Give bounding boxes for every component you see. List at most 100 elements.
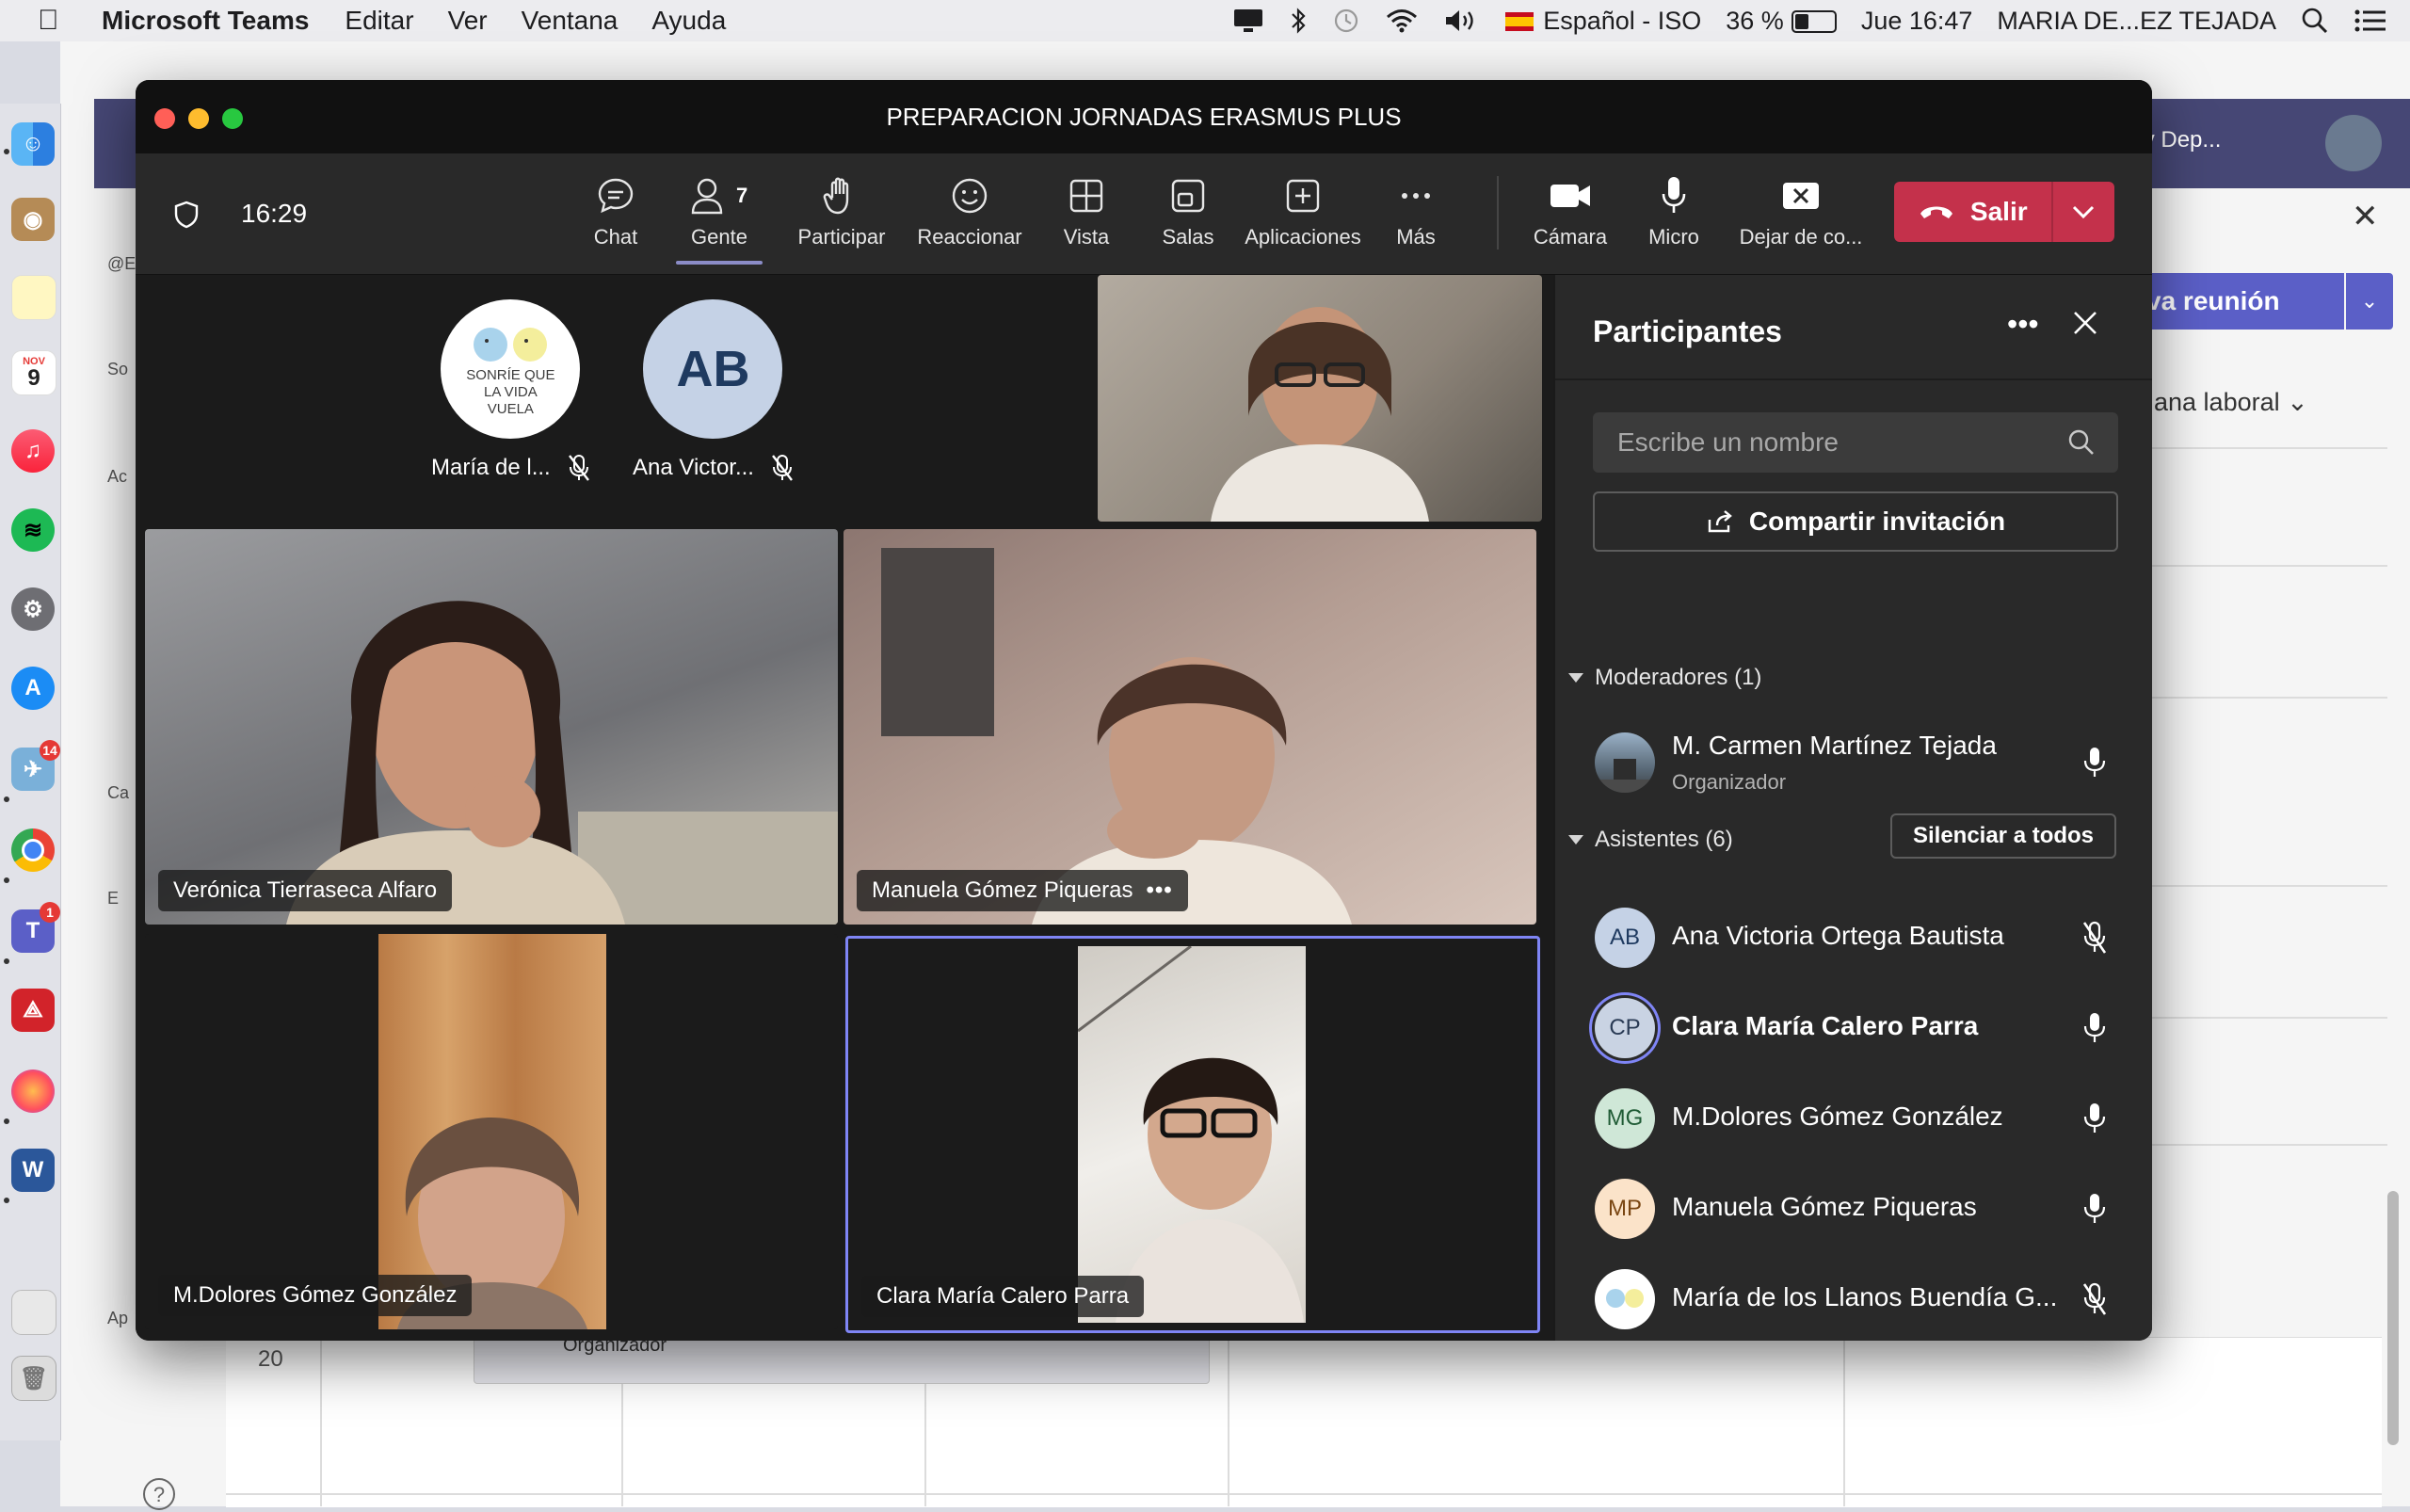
screen-share-status-icon[interactable] [1232,8,1264,34]
battery-icon [1791,10,1837,34]
chat-icon [595,172,636,219]
trash-icon[interactable]: 🗑 [11,1356,56,1401]
chrome-icon[interactable] [11,828,55,872]
app-store-icon[interactable]: A [11,667,55,710]
participant-mini-name-row: María de l... [431,454,590,482]
contacts-icon[interactable]: ◉ [11,198,55,241]
react-button[interactable]: Reaccionar [904,172,1036,249]
bluetooth-icon[interactable] [1289,7,1308,35]
people-count: 7 [736,184,748,207]
camera-button[interactable]: Cámara [1523,172,1617,249]
menu-help[interactable]: Ayuda [651,6,726,36]
share-invite-button[interactable]: Compartir invitación [1593,491,2118,552]
participant-row[interactable]: MP Manuela Gómez Piqueras [1555,1164,2152,1254]
spotify-icon[interactable]: ≋ [11,508,55,552]
acrobat-icon[interactable]: ⟁ [11,989,55,1032]
background-close-icon[interactable]: ✕ [2352,198,2379,235]
microphone-icon[interactable] [2082,1192,2107,1226]
search-icon[interactable] [2067,428,2096,457]
background-new-meeting-button[interactable]: va reunión [2118,273,2344,330]
music-icon[interactable]: ♫ [11,429,55,473]
participant-avatar: CP [1595,998,1655,1058]
stop-sharing-button[interactable]: Dejar de co... [1730,172,1872,249]
self-video-tile[interactable] [1098,275,1542,522]
input-source-indicator[interactable]: Español - ISO [1505,7,1701,36]
participant-row[interactable]: MG M.Dolores Gómez González [1555,1073,2152,1164]
menu-user-name[interactable]: MARIA DE...EZ TEJADA [1997,7,2276,36]
background-user-avatar[interactable] [2325,115,2382,171]
calendar-icon[interactable]: NOV 9 [11,350,56,395]
background-divider [2152,697,2387,699]
menu-view[interactable]: Ver [448,6,488,36]
participant-mini-tile[interactable]: SONRÍE QUE LA VIDA VUELA María de l... [431,299,590,482]
video-tile[interactable]: M.Dolores Gómez González [145,934,838,1329]
view-button[interactable]: Vista [1039,172,1133,249]
notes-icon[interactable] [11,275,56,320]
tile-more-options-icon[interactable]: ••• [1146,877,1172,904]
minimize-window-button[interactable] [188,108,209,129]
microphone-icon[interactable] [2082,1011,2107,1045]
mute-all-button[interactable]: Silenciar a todos [1890,813,2116,859]
photo-landscape-icon [1595,759,1655,793]
participant-row[interactable]: AB Ana Victoria Ortega Bautista [1555,893,2152,983]
word-icon[interactable]: W [11,1149,55,1192]
menu-window[interactable]: Ventana [522,6,619,36]
participant-row[interactable]: CP Clara María Calero Parra [1555,983,2152,1073]
panel-more-options-icon[interactable]: ••• [2007,307,2039,342]
menu-edit[interactable]: Editar [345,6,413,36]
panel-close-icon[interactable] [2071,309,2099,337]
microphone-icon[interactable] [2082,1102,2107,1135]
attendees-section-toggle[interactable]: Asistentes (6) [1568,827,1733,853]
microphone-icon[interactable] [2082,746,2107,780]
menu-clock[interactable]: Jue 16:47 [1861,7,1973,36]
apps-button[interactable]: Aplicaciones [1237,172,1369,249]
participant-mini-tile[interactable]: AB Ana Victor... [633,299,794,482]
chat-button[interactable]: Chat [578,172,653,249]
downloads-stack-icon[interactable] [11,1290,56,1335]
raise-hand-button[interactable]: Participar [785,172,898,249]
active-speaker-video-tile[interactable]: Clara María Calero Parra [845,936,1540,1333]
svg-text:?: ? [153,1483,165,1506]
shield-icon[interactable] [173,201,200,229]
teams-icon[interactable]: T1 [11,902,60,953]
battery-indicator[interactable]: 36 % [1726,7,1837,36]
participant-initials: MG [1606,1105,1644,1131]
background-divider [2152,1017,2387,1019]
view-grid-icon [1068,172,1105,219]
background-scrollbar[interactable] [2387,1191,2399,1445]
leave-options-dropdown[interactable] [2053,204,2114,219]
volume-icon[interactable] [1443,8,1481,34]
video-tile[interactable]: Verónica Tierraseca Alfaro [145,529,838,925]
more-button[interactable]: Más [1388,172,1444,249]
moderators-section-toggle[interactable]: Moderadores (1) [1568,665,1761,691]
mic-button[interactable]: Micro [1636,172,1711,249]
mic-muted-icon[interactable] [2082,1282,2107,1316]
finder-icon[interactable]: ☺ [11,122,55,166]
system-preferences-icon[interactable]: ⚙ [11,587,55,631]
mail-eagle-icon[interactable]: ✈ 14 [11,740,60,791]
video-tile[interactable]: Manuela Gómez Piqueras ••• [844,529,1536,925]
people-button[interactable]: 7 Gente [676,172,763,265]
app-menu-name[interactable]: Microsoft Teams [102,6,309,36]
background-divider [2152,447,2387,449]
close-window-button[interactable] [154,108,175,129]
control-center-icon[interactable] [2354,8,2387,33]
background-help-icon[interactable]: ? [141,1476,177,1512]
firefox-icon[interactable] [11,1070,55,1113]
person-video-silhouette [1211,307,1429,522]
wifi-icon[interactable] [1385,8,1419,34]
zoom-window-button[interactable] [222,108,243,129]
apple-icon[interactable]:  [38,5,75,37]
background-new-meeting-dropdown-icon[interactable]: ⌄ [2346,273,2393,330]
spotlight-search-icon[interactable] [2301,7,2329,35]
mic-muted-icon[interactable] [2082,921,2107,955]
background-week-selector[interactable]: ana laboral ⌄ [2154,388,2308,417]
leave-button[interactable]: Salir [1894,182,2053,242]
rooms-button[interactable]: Salas [1150,172,1226,249]
participant-search-input[interactable] [1615,426,2067,458]
participant-avatar: AB [643,299,783,439]
participant-row[interactable]: María de los Llanos Buendía G... [1555,1254,2152,1341]
participant-avatar: MG [1595,1088,1655,1149]
participant-row[interactable]: M. Carmen Martínez Tejada Organizador [1555,717,2152,808]
time-machine-icon[interactable] [1332,7,1360,35]
